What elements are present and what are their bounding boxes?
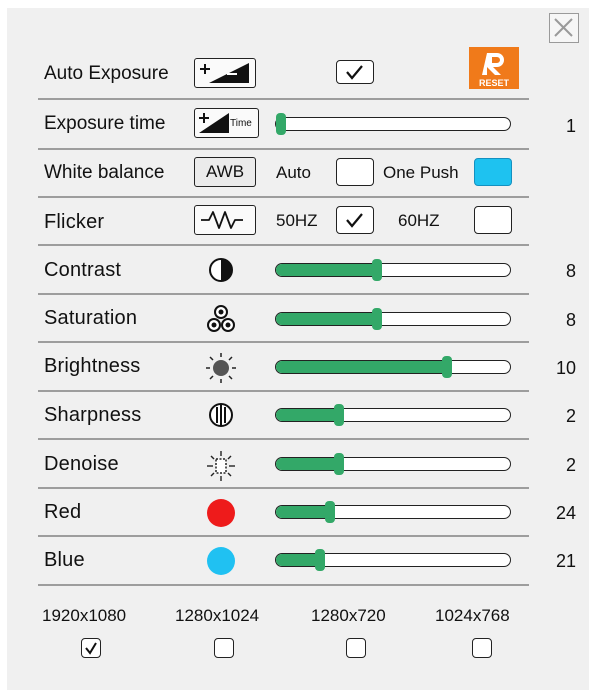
reset-label: RESET — [478, 78, 509, 88]
sharpness-slider[interactable] — [275, 403, 511, 426]
flicker-60hz-label: 60HZ — [398, 211, 440, 230]
flicker-label: Flicker — [44, 211, 105, 233]
checkmark-icon — [346, 213, 363, 228]
slider-thumb[interactable] — [275, 112, 286, 135]
saturation-label: Saturation — [44, 307, 138, 329]
resolution-checkbox-1024x768[interactable] — [472, 638, 492, 658]
contrast-value: 8 — [565, 261, 576, 281]
camera-settings-panel — [7, 8, 589, 690]
contrast-label: Contrast — [44, 259, 122, 281]
sharpness-label: Sharpness — [44, 404, 142, 426]
flicker-50hz-checkbox[interactable] — [336, 206, 374, 234]
slider-thumb[interactable] — [371, 258, 382, 281]
blue-value: 21 — [555, 551, 576, 571]
flicker-button[interactable] — [194, 205, 256, 235]
divider — [38, 390, 529, 392]
blue-label: Blue — [44, 549, 85, 571]
exposure-icon — [200, 63, 249, 83]
denoise-slider[interactable] — [275, 452, 511, 475]
denoise-value: 2 — [565, 455, 576, 475]
red-label: Red — [44, 501, 82, 523]
resolution-checkbox-1280x1024[interactable] — [214, 638, 234, 658]
exposure-time-label: Exposure time — [44, 113, 166, 134]
awb-button[interactable]: AWB — [194, 157, 256, 187]
contrast-slider[interactable] — [275, 258, 511, 281]
divider — [38, 98, 529, 100]
slider-fill — [276, 506, 330, 518]
slider-fill — [276, 409, 340, 421]
slider-fill — [276, 458, 340, 470]
divider — [38, 535, 529, 537]
slider-thumb[interactable] — [371, 307, 382, 330]
resolution-label-1024x768: 1024x768 — [435, 606, 510, 625]
divider — [38, 196, 529, 198]
divider — [38, 148, 529, 150]
auto-exposure-label: Auto Exposure — [44, 63, 169, 84]
slider-thumb[interactable] — [324, 500, 335, 523]
white-balance-label: White balance — [44, 162, 165, 183]
slider-thumb[interactable] — [441, 355, 452, 378]
red-slider[interactable] — [275, 500, 511, 523]
flicker-50hz-label: 50HZ — [276, 211, 318, 230]
slider-fill — [276, 313, 377, 325]
wb-one-push-button[interactable] — [474, 158, 512, 186]
brightness-slider[interactable] — [275, 355, 511, 378]
exposure-time-icon-text: Time — [230, 118, 252, 129]
saturation-value: 8 — [565, 310, 576, 330]
resolution-checkbox-1280x720[interactable] — [346, 638, 366, 658]
brightness-label: Brightness — [44, 355, 141, 377]
flicker-wave-icon — [201, 211, 243, 229]
resolution-label-1280x1024: 1280x1024 — [175, 606, 260, 625]
divider — [38, 293, 529, 295]
auto-exposure-button[interactable] — [194, 58, 256, 88]
wb-auto-checkbox[interactable] — [336, 158, 374, 186]
auto-exposure-checkbox[interactable] — [336, 60, 374, 84]
sharpness-icon — [209, 403, 233, 427]
slider-fill — [276, 554, 321, 566]
saturation-slider[interactable] — [275, 307, 511, 330]
resolution-checkbox-1920x1080[interactable] — [81, 638, 101, 658]
reset-button[interactable]: RESET — [469, 47, 519, 89]
exposure-time-slider[interactable] — [275, 112, 511, 135]
blue-dot-icon — [207, 547, 235, 575]
red-dot-icon — [207, 499, 235, 527]
divider — [38, 584, 529, 586]
brightness-value: 10 — [555, 358, 576, 378]
close-button[interactable] — [549, 13, 579, 43]
resolution-label-1920x1080: 1920x1080 — [42, 606, 127, 625]
brightness-icon — [206, 353, 236, 383]
wb-auto-label: Auto — [276, 163, 311, 182]
flicker-60hz-checkbox[interactable] — [474, 206, 512, 234]
slider-fill — [276, 361, 447, 373]
slider-thumb[interactable] — [334, 452, 345, 475]
close-icon — [554, 18, 573, 37]
red-value: 24 — [555, 503, 576, 523]
slider-fill — [276, 264, 377, 276]
resolution-label-1280x720: 1280x720 — [311, 606, 386, 625]
denoise-icon — [207, 451, 235, 481]
slider-thumb[interactable] — [334, 403, 345, 426]
divider — [38, 244, 529, 246]
checkmark-icon — [346, 65, 363, 80]
contrast-icon — [209, 258, 233, 282]
saturation-icon — [207, 305, 235, 332]
sharpness-value: 2 — [565, 406, 576, 426]
slider-thumb[interactable] — [315, 548, 326, 571]
denoise-label: Denoise — [44, 453, 119, 475]
divider — [38, 341, 529, 343]
exposure-time-button[interactable]: Time — [194, 108, 259, 138]
divider — [38, 438, 529, 440]
blue-slider[interactable] — [275, 548, 511, 571]
wb-one-push-label: One Push — [383, 163, 459, 182]
divider — [38, 487, 529, 489]
checkmark-icon — [85, 642, 97, 655]
exposure-time-value: 1 — [565, 116, 576, 136]
